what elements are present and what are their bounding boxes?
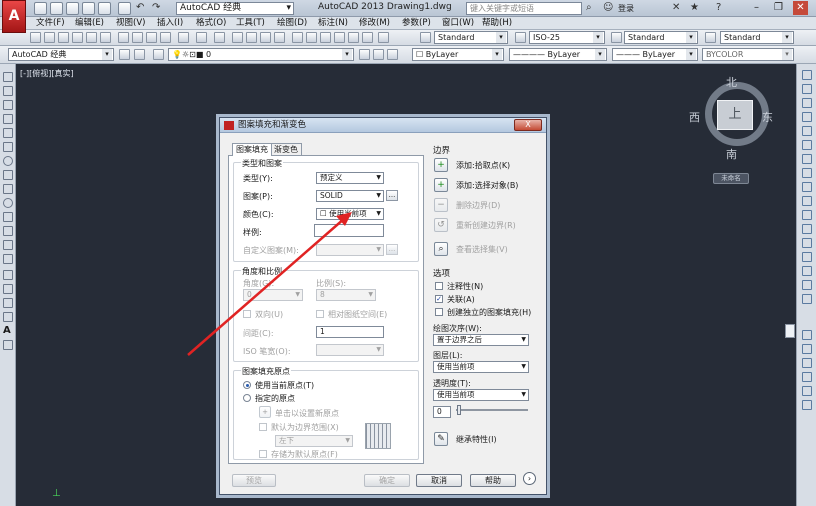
app-logo[interactable]: A xyxy=(2,0,26,33)
tab-hatch[interactable]: 图案填充 xyxy=(232,143,272,156)
annotation-arrow-line xyxy=(187,217,346,356)
annotation-overlay xyxy=(187,212,352,356)
autocad-window: ↶ ↷ AutoCAD 经典 ▾ AutoCAD 2013 Drawing1.d… xyxy=(0,0,816,506)
